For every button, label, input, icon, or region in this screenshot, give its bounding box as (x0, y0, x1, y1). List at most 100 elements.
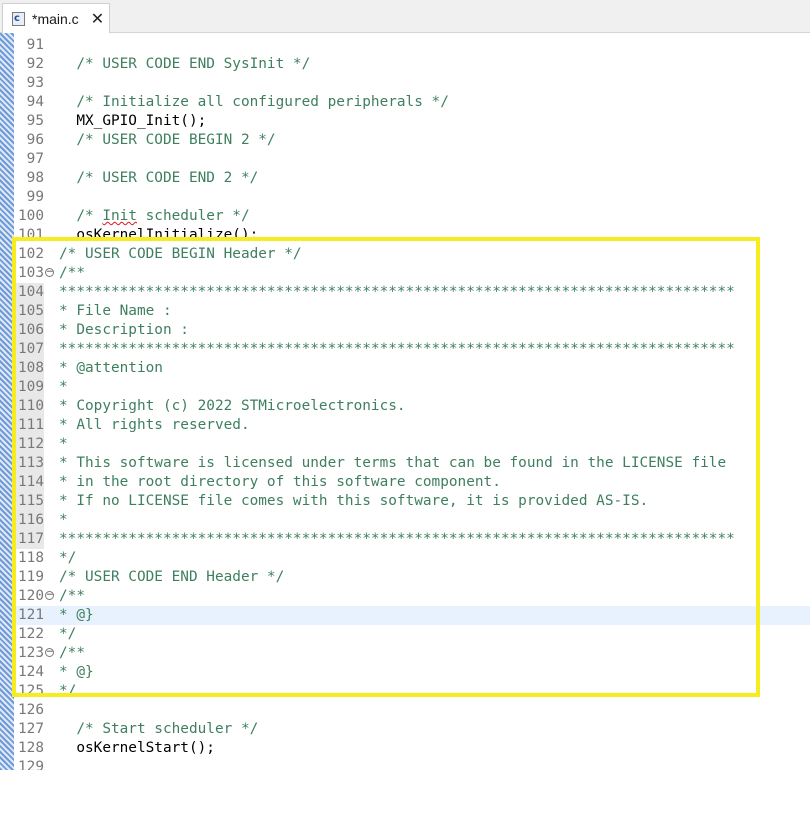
spelling-error-word[interactable]: Init (102, 208, 137, 224)
code-text: osKernelInitialize(); (59, 227, 259, 243)
code-line[interactable]: 105 * File Name : (14, 302, 810, 321)
line-number: 115 (14, 492, 44, 511)
line-number: 123 (18, 645, 44, 661)
line-number: 109 (14, 378, 44, 397)
code-text: */ (59, 683, 77, 699)
code-line[interactable]: 114 * in the root directory of this soft… (14, 473, 810, 492)
close-icon[interactable]: ✕ (91, 10, 104, 27)
line-number: 125 (18, 683, 44, 699)
code-line[interactable]: 113 * This software is licensed under te… (14, 454, 810, 473)
comment-open: /* (59, 208, 103, 224)
code-line[interactable]: 97 (14, 150, 810, 169)
tab-main-c[interactable]: c *main.c ✕ (2, 3, 110, 33)
code-line[interactable]: 120 − /** (14, 587, 810, 606)
code-text: * (59, 436, 68, 452)
line-number: 91 (26, 37, 44, 53)
code-editor[interactable]: 91 92 /* USER CODE END SysInit */ 93 94 … (0, 33, 810, 770)
code-line[interactable]: 99 (14, 188, 810, 207)
code-line[interactable]: 108 * @attention (14, 359, 810, 378)
line-number: 92 (26, 56, 44, 72)
code-line-current[interactable]: 121 * @} (14, 606, 810, 625)
code-line[interactable]: 127 /* Start scheduler */ (14, 720, 810, 739)
code-line[interactable]: 91 (14, 36, 810, 55)
code-text: /* USER CODE BEGIN 2 */ (59, 132, 276, 148)
line-number: 114 (14, 473, 44, 492)
line-number: 128 (18, 740, 44, 756)
code-text: /* USER CODE END Header */ (59, 569, 285, 585)
line-number: 99 (26, 189, 44, 205)
code-line[interactable]: 96 /* USER CODE BEGIN 2 */ (14, 131, 810, 150)
code-line[interactable]: 129 (14, 758, 810, 770)
code-text: /** (59, 588, 85, 604)
line-number: 106 (14, 321, 44, 340)
line-number: 103 (18, 265, 44, 281)
code-line[interactable]: 116 * (14, 511, 810, 530)
code-line[interactable]: 119 /* USER CODE END Header */ (14, 568, 810, 587)
code-text: ****************************************… (59, 284, 735, 300)
code-line[interactable]: 111 * All rights reserved. (14, 416, 810, 435)
code-text: ****************************************… (59, 531, 735, 547)
code-line[interactable]: 94 /* Initialize all configured peripher… (14, 93, 810, 112)
code-text: /* USER CODE END 2 */ (59, 170, 259, 186)
line-number: 93 (26, 75, 44, 91)
code-text: */ (59, 626, 77, 642)
code-text: ****************************************… (59, 341, 735, 357)
code-text: /** (59, 645, 85, 661)
code-line[interactable]: 104 ************************************… (14, 283, 810, 302)
line-number: 129 (18, 759, 44, 770)
line-number: 117 (14, 530, 44, 549)
code-line[interactable]: 107 ************************************… (14, 340, 810, 359)
code-line[interactable]: 122 */ (14, 625, 810, 644)
code-text: * All rights reserved. (59, 417, 250, 433)
line-number: 107 (14, 340, 44, 359)
fold-collapse-icon[interactable]: − (45, 268, 54, 277)
line-number: 111 (14, 416, 44, 435)
code-line[interactable]: 128 osKernelStart(); (14, 739, 810, 758)
code-line[interactable]: 110 * Copyright (c) 2022 STMicroelectron… (14, 397, 810, 416)
code-line[interactable]: 124 * @} (14, 663, 810, 682)
change-ruler (0, 33, 14, 770)
code-line[interactable]: 117 ************************************… (14, 530, 810, 549)
code-line[interactable]: 102 /* USER CODE BEGIN Header */ (14, 245, 810, 264)
line-number: 127 (18, 721, 44, 737)
line-number: 120 (18, 588, 44, 604)
code-line[interactable]: 125 */ (14, 682, 810, 701)
line-number: 100 (18, 208, 44, 224)
code-text: * If no LICENSE file comes with this sof… (59, 493, 649, 509)
line-number: 105 (14, 302, 44, 321)
editor-tab-bar: c *main.c ✕ (0, 0, 810, 33)
code-line[interactable]: 100 /* Init scheduler */ (14, 207, 810, 226)
code-line[interactable]: 95 MX_GPIO_Init(); (14, 112, 810, 131)
code-text: * This software is licensed under terms … (59, 455, 727, 471)
code-line[interactable]: 101 osKernelInitialize(); (14, 226, 810, 245)
line-number: 96 (26, 132, 44, 148)
code-line[interactable]: 115 * If no LICENSE file comes with this… (14, 492, 810, 511)
code-line[interactable]: 92 /* USER CODE END SysInit */ (14, 55, 810, 74)
comment-rest: scheduler */ (136, 208, 250, 224)
code-text: * @attention (59, 360, 163, 376)
code-line[interactable]: 118 */ (14, 549, 810, 568)
code-line[interactable]: 112 * (14, 435, 810, 454)
line-number: 122 (18, 626, 44, 642)
code-line[interactable]: 123 − /** (14, 644, 810, 663)
code-line[interactable]: 93 (14, 74, 810, 93)
code-line[interactable]: 98 /* USER CODE END 2 */ (14, 169, 810, 188)
code-text: * (59, 379, 68, 395)
code-line[interactable]: 109 * (14, 378, 810, 397)
line-number: 95 (26, 113, 44, 129)
code-line[interactable]: 106 * Description : (14, 321, 810, 340)
line-number: 101 (18, 227, 44, 243)
fold-collapse-icon[interactable]: − (45, 648, 54, 657)
code-text: * in the root directory of this software… (59, 474, 501, 490)
line-number: 119 (18, 569, 44, 585)
code-text: * (59, 512, 68, 528)
code-text: MX_GPIO_Init(); (59, 113, 207, 129)
code-text: /* USER CODE END SysInit */ (59, 56, 311, 72)
code-text: * @} (59, 607, 94, 623)
code-text: /* Start scheduler */ (59, 721, 259, 737)
line-number: 116 (14, 511, 44, 530)
code-line[interactable]: 103 − /** (14, 264, 810, 283)
code-text: /** (59, 265, 85, 281)
fold-collapse-icon[interactable]: − (45, 591, 54, 600)
code-line[interactable]: 126 (14, 701, 810, 720)
